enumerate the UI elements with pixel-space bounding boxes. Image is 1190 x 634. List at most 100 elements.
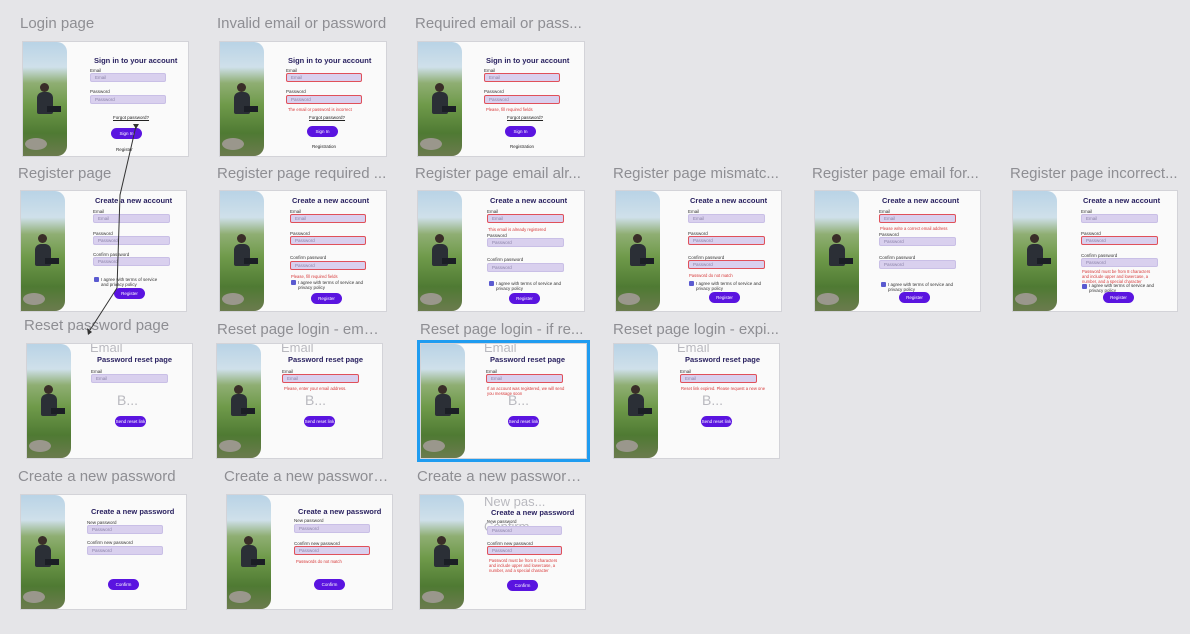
email-input[interactable]: Email [680,374,757,383]
password-input[interactable]: Password [90,95,166,104]
frame-register[interactable]: Create a new account Email Email Passwor… [20,190,187,312]
send-reset-link-button[interactable]: Send reset link [508,416,539,427]
page-title: Create a new account [1083,196,1161,205]
frame-label-new-password-rules[interactable]: Create a new password... [417,468,587,485]
email-input[interactable]: Email [484,73,560,82]
register-link[interactable]: Registration [312,144,336,149]
email-input[interactable]: Email [286,73,362,82]
new-password-input[interactable]: Password [487,526,562,535]
frame-label-new-password[interactable]: Create a new password [18,468,198,485]
terms-checkbox[interactable] [489,281,494,286]
frame-label-new-password-mismatch[interactable]: Create a new password... [224,468,394,485]
error-message: Please, fill required fields [291,274,338,279]
register-button[interactable]: Register [509,293,540,304]
register-button[interactable]: Register [709,292,740,303]
frame-reset-expired[interactable]: Email Password reset page Email Email Re… [613,343,780,459]
confirm-password-input[interactable]: Password [1081,258,1158,267]
frame-reset[interactable]: Email Password reset page Email Email B.… [26,343,193,459]
register-link[interactable]: Registration [510,144,534,149]
error-message: Please write a correct email address [880,226,948,231]
frame-label-reset-if-registered[interactable]: Reset page login - if re... [420,321,590,338]
confirm-password-input[interactable]: Password [487,263,564,272]
password-input[interactable]: Password [290,236,366,245]
frame-label-reset-expired[interactable]: Reset page login - expi... [613,321,783,338]
send-reset-link-button[interactable]: Send reset link [701,416,732,427]
frame-label-reset[interactable]: Reset password page [24,317,204,334]
frame-label-register-required[interactable]: Register page required ... [217,165,387,182]
confirm-password-input[interactable]: Password [688,260,765,269]
frame-login[interactable]: Sign in to your account Email Email Pass… [22,41,189,157]
password-input[interactable]: Password [1081,236,1158,245]
confirm-password-input[interactable]: Password [93,257,170,266]
register-button[interactable]: Register [1103,292,1134,303]
terms-checkbox[interactable] [94,277,99,282]
frame-new-password-rules[interactable]: New pas... Create a new password New pas… [419,494,586,610]
email-input[interactable]: Email [282,374,359,383]
frame-invalid[interactable]: Sign in to your account Email Email Pass… [219,41,387,157]
email-input[interactable]: Email [90,73,166,82]
terms-checkbox[interactable] [881,282,886,287]
email-input[interactable]: Email [91,374,168,383]
frame-register-required[interactable]: Create a new account Email Email Passwor… [219,190,387,312]
forgot-password-link[interactable]: Forgot password? [113,115,149,120]
email-input[interactable]: Email [879,214,956,223]
frame-reset-email[interactable]: Email Password reset page Email Email Pl… [216,343,383,459]
register-button[interactable]: Register [114,288,145,299]
frame-label-register[interactable]: Register page [18,165,198,182]
page-title: Create a new account [292,196,370,205]
frame-register-incorrect[interactable]: Create a new account Email Email Passwor… [1012,190,1178,312]
sign-in-button[interactable]: Sign In [505,126,536,137]
email-input[interactable]: Email [487,214,564,223]
new-password-input[interactable]: Password [294,524,370,533]
register-button[interactable]: Register [311,293,342,304]
frame-register-mismatch[interactable]: Create a new account Email Email Passwor… [615,190,782,312]
frame-label-register-incorrect[interactable]: Register page incorrect... [1010,165,1182,182]
terms-checkbox[interactable] [689,281,694,286]
frame-label-register-email-format[interactable]: Register page email for... [812,165,982,182]
confirm-new-password-input[interactable]: Password [294,546,370,555]
password-input[interactable]: Password [688,236,765,245]
frame-reset-if-registered[interactable]: Email Password reset page Email Email If… [417,340,590,462]
register-button[interactable]: Register [899,292,930,303]
password-input[interactable]: Password [487,238,564,247]
forgot-password-link[interactable]: Forgot password? [309,115,345,120]
confirm-button[interactable]: Confirm [108,579,139,590]
confirm-password-input[interactable]: Password [290,261,366,270]
email-input[interactable]: Email [93,214,170,223]
password-input[interactable]: Password [879,237,956,246]
terms-checkbox[interactable] [1082,284,1087,289]
email-input[interactable]: Email [486,374,563,383]
frame-register-email-format[interactable]: Create a new account Email Email Please … [814,190,981,312]
send-reset-link-button[interactable]: Send reset link [304,416,335,427]
terms-checkbox[interactable] [291,280,296,285]
password-input[interactable]: Password [93,236,170,245]
email-input[interactable]: Email [290,214,366,223]
terms-label: I agree with terms of service and privac… [298,280,364,290]
sign-in-button[interactable]: Sign In [307,126,338,137]
send-reset-link-button[interactable]: Send reset link [115,416,146,427]
confirm-password-input[interactable]: Password [879,260,956,269]
password-input[interactable]: Password [286,95,362,104]
confirm-new-password-input[interactable]: Password [487,546,562,555]
frame-register-email-already[interactable]: Create a new account Email Email This em… [417,190,585,312]
frame-label-reset-email[interactable]: Reset page login - emai... [217,321,387,338]
frame-new-password[interactable]: Create a new password New password Passw… [20,494,187,610]
register-link[interactable]: Register [116,147,133,152]
frame-label-register-email-already[interactable]: Register page email alr... [415,165,585,182]
forgot-password-link[interactable]: Forgot password? [507,115,543,120]
new-password-input[interactable]: Password [87,525,163,534]
sign-in-button[interactable]: Sign In [111,128,142,139]
password-input[interactable]: Password [484,95,560,104]
confirm-button[interactable]: Confirm [507,580,538,591]
email-input[interactable]: Email [688,214,765,223]
frame-label-login[interactable]: Login page [20,15,200,32]
frame-label-register-mismatch[interactable]: Register page mismatc... [613,165,783,182]
confirm-button[interactable]: Confirm [314,579,345,590]
frame-label-invalid[interactable]: Invalid email or password [217,15,387,32]
frame-label-required[interactable]: Required email or pass... [415,15,585,32]
email-input[interactable]: Email [1081,214,1158,223]
confirm-new-password-input[interactable]: Password [87,546,163,555]
confirm-password-label: Confirm password [290,255,327,260]
frame-new-password-mismatch[interactable]: Create a new password New password Passw… [226,494,393,610]
frame-required[interactable]: Sign in to your account Email Email Pass… [417,41,585,157]
